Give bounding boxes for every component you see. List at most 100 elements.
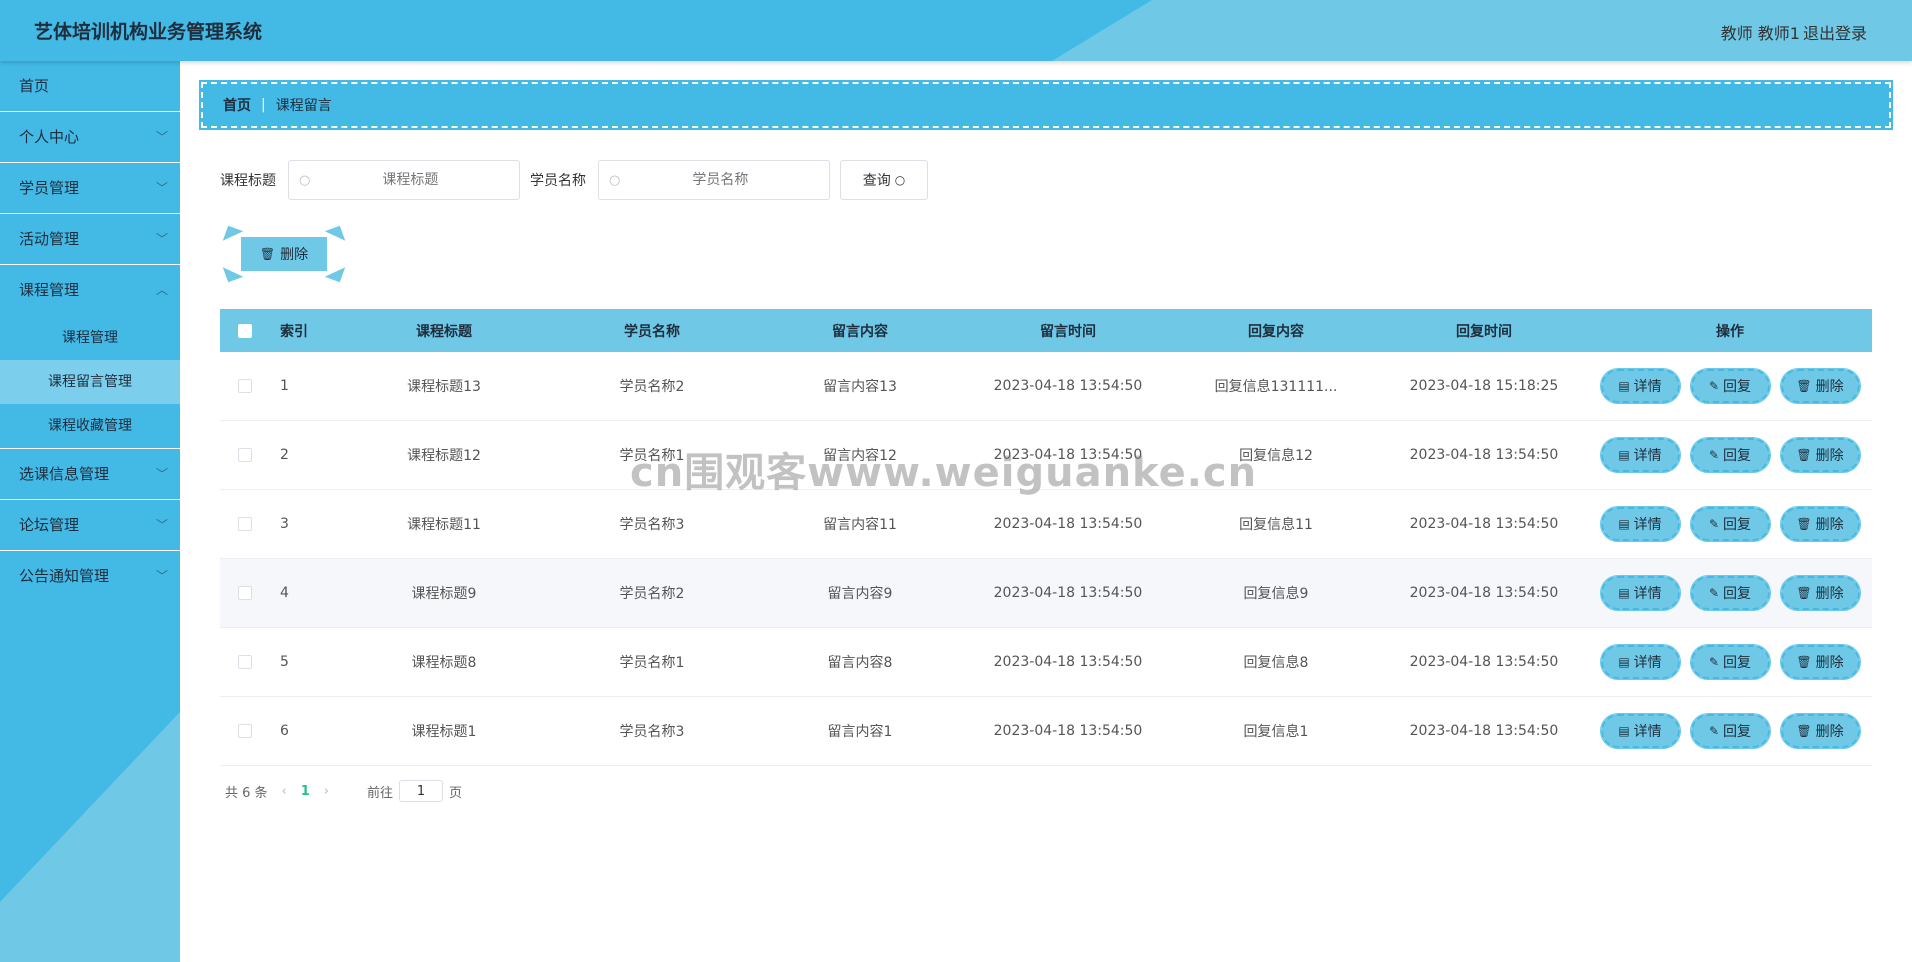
decor-corner	[324, 225, 346, 247]
query-button-label: 查询	[862, 173, 891, 189]
select-all-checkbox[interactable]	[238, 323, 252, 338]
query-button[interactable]: 查询 ○	[840, 160, 928, 200]
search-icon: ○	[894, 173, 906, 187]
detail-button[interactable]: ▤ 详情	[1599, 506, 1681, 542]
delete-button-label: 删除	[1815, 379, 1844, 395]
detail-button[interactable]: ▤ 详情	[1599, 575, 1681, 611]
row-checkbox[interactable]	[238, 724, 252, 738]
row-actions: ▤ 详情 ✎ 回复 🗑 删除	[1588, 713, 1872, 749]
delete-button[interactable]: 🗑 删除	[1779, 644, 1861, 680]
sidebar-item-notices[interactable]: 公告通知管理 ﹀	[0, 551, 180, 602]
cell-course-title: 课程标题13	[407, 379, 481, 395]
sidebar-item-courses[interactable]: 课程管理 ︿	[0, 265, 180, 316]
goto-prefix: 前往	[367, 785, 394, 801]
row-checkbox[interactable]	[238, 448, 252, 462]
cell-message-time: 2023-04-18 13:54:50	[993, 654, 1143, 670]
cell-message-time: 2023-04-18 13:54:50	[993, 378, 1143, 394]
course-title-input[interactable]	[310, 172, 511, 188]
delete-button[interactable]: 🗑 删除	[1779, 713, 1861, 749]
chevron-up-icon: ︿	[155, 283, 168, 297]
sidebar-item-activities[interactable]: 活动管理 ﹀	[0, 214, 180, 265]
delete-button[interactable]: 🗑 删除	[1779, 437, 1861, 473]
reply-button-label: 回复	[1723, 448, 1752, 464]
reply-button-label: 回复	[1723, 586, 1752, 602]
reply-button[interactable]: ✎ 回复	[1689, 437, 1771, 473]
sidebar: 首页 个人中心 ﹀ 学员管理 ﹀ 活动管理 ﹀ 课程管理 ︿ 课程管理 课程留言管理 课…	[0, 61, 180, 962]
sidebar-item-forum[interactable]: 论坛管理 ﹀	[0, 500, 180, 551]
sidebar-item-students[interactable]: 学员管理 ﹀	[0, 163, 180, 214]
next-page-icon[interactable]: ›	[324, 784, 329, 799]
reply-button[interactable]: ✎ 回复	[1689, 713, 1771, 749]
cell-course-title: 课程标题1	[411, 724, 477, 740]
prev-page-icon[interactable]: ‹	[282, 784, 287, 799]
sidebar-item-label: 选课信息管理	[19, 465, 110, 483]
document-icon: ▤	[1618, 724, 1630, 738]
detail-button[interactable]: ▤ 详情	[1599, 437, 1681, 473]
logout-link[interactable]: 退出登录	[1803, 20, 1867, 44]
reply-button[interactable]: ✎ 回复	[1689, 575, 1771, 611]
row-checkbox[interactable]	[238, 517, 252, 531]
reply-button[interactable]: ✎ 回复	[1689, 644, 1771, 680]
delete-button-label: 删除	[1815, 517, 1844, 533]
cell-index: 3	[280, 516, 289, 532]
delete-button[interactable]: 🗑 删除	[1779, 575, 1861, 611]
detail-button-label: 详情	[1633, 448, 1662, 464]
breadcrumb-home[interactable]: 首页	[223, 95, 251, 115]
row-checkbox[interactable]	[238, 586, 252, 600]
cell-message-content: 留言内容12	[823, 448, 897, 464]
cell-reply-content: 回复信息131111...	[1214, 379, 1338, 395]
sidebar-item-label: 学员管理	[19, 179, 80, 197]
batch-delete-button[interactable]: 🗑 删除	[241, 237, 327, 271]
reply-button[interactable]: ✎ 回复	[1689, 368, 1771, 404]
detail-button[interactable]: ▤ 详情	[1599, 644, 1681, 680]
breadcrumb-current: 课程留言	[275, 98, 332, 114]
detail-button-label: 详情	[1633, 724, 1662, 740]
app-title: 艺体培训机构业务管理系统	[34, 21, 263, 43]
table-row: 5 课程标题8 学员名称1 留言内容8 2023-04-18 13:54:50 回复信息8…	[220, 628, 1872, 697]
sidebar-item-profile[interactable]: 个人中心 ﹀	[0, 112, 180, 163]
row-select-cell	[220, 448, 270, 462]
goto-page-input[interactable]	[399, 780, 444, 802]
header-message-time: 留言时间	[1040, 323, 1096, 340]
page-number[interactable]: 1	[301, 784, 310, 799]
cell-reply-content: 回复信息12	[1239, 448, 1313, 464]
sidebar-subitem-course-messages[interactable]: 课程留言管理	[0, 360, 180, 404]
student-name-input[interactable]	[620, 172, 821, 188]
reply-button[interactable]: ✎ 回复	[1689, 506, 1771, 542]
messages-table: 索引 课程标题 学员名称 留言内容 留言时间 回复内容 回复时间 操作 1 课程标…	[220, 309, 1872, 766]
delete-button-label: 删除	[1815, 448, 1844, 464]
row-checkbox[interactable]	[238, 655, 252, 669]
row-actions: ▤ 详情 ✎ 回复 🗑 删除	[1588, 437, 1872, 473]
cell-student-name: 学员名称3	[619, 517, 685, 533]
sidebar-item-enrollment[interactable]: 选课信息管理 ﹀	[0, 449, 180, 500]
cell-message-time: 2023-04-18 13:54:50	[993, 723, 1143, 739]
pencil-icon: ✎	[1708, 586, 1720, 600]
course-title-field: ○	[288, 160, 520, 200]
trash-icon: 🗑	[1796, 379, 1812, 393]
trash-icon: 🗑	[1796, 448, 1812, 462]
header-student-name: 学员名称	[624, 323, 680, 340]
pencil-icon: ✎	[1708, 517, 1720, 531]
delete-button-label: 删除	[1815, 586, 1844, 602]
sidebar-subitem-course-manage[interactable]: 课程管理	[0, 316, 180, 360]
sidebar-item-home[interactable]: 首页	[0, 61, 180, 112]
table-row: 3 课程标题11 学员名称3 留言内容11 2023-04-18 13:54:50 回复信…	[220, 490, 1872, 559]
document-icon: ▤	[1618, 448, 1630, 462]
cell-course-title: 课程标题11	[407, 517, 481, 533]
detail-button[interactable]: ▤ 详情	[1599, 713, 1681, 749]
header-index: 索引	[280, 323, 308, 340]
sidebar-decoration	[0, 712, 180, 962]
decor-corner	[324, 261, 346, 283]
cell-reply-time: 2023-04-18 13:54:50	[1409, 447, 1559, 463]
detail-button[interactable]: ▤ 详情	[1599, 368, 1681, 404]
breadcrumb: 首页 | 课程留言	[199, 80, 1893, 130]
row-checkbox[interactable]	[238, 379, 252, 393]
cell-message-time: 2023-04-18 13:54:50	[993, 447, 1143, 463]
delete-button[interactable]: 🗑 删除	[1779, 506, 1861, 542]
delete-button[interactable]: 🗑 删除	[1779, 368, 1861, 404]
cell-index: 6	[280, 723, 289, 739]
sidebar-subitem-course-favorites[interactable]: 课程收藏管理	[0, 404, 180, 448]
select-all-cell	[220, 323, 270, 338]
table-row: 1 课程标题13 学员名称2 留言内容13 2023-04-18 13:54:50 回复信…	[220, 352, 1872, 421]
table-row: 2 课程标题12 学员名称1 留言内容12 2023-04-18 13:54:50 回复信…	[220, 421, 1872, 490]
